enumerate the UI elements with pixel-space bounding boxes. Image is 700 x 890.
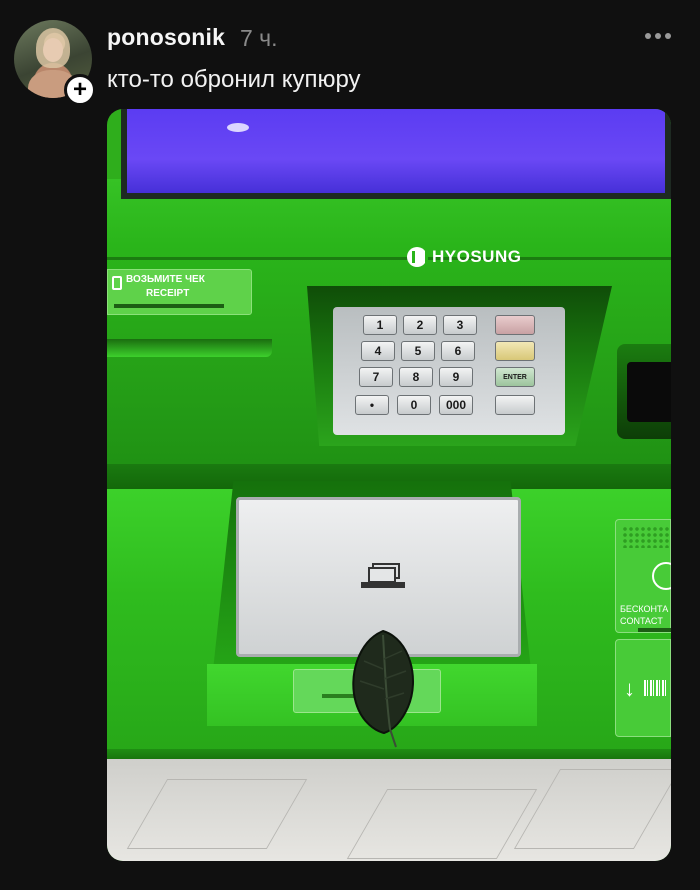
contactless-label-ru: БЕСКОНТА xyxy=(620,604,669,614)
more-dot-icon xyxy=(665,33,671,39)
receipt-label-ru: ВОЗЬМИТЕ ЧЕК xyxy=(126,274,205,285)
more-options-button[interactable] xyxy=(640,26,676,46)
floor-tile xyxy=(126,779,308,849)
receipt-slot: ВОЗЬМИТЕ ЧЕК RECEIPT xyxy=(107,269,252,315)
key-3: 3 xyxy=(443,315,477,335)
leaf-image xyxy=(352,629,414,748)
barcode-icon xyxy=(644,680,666,696)
more-dot-icon xyxy=(655,33,661,39)
pin-keypad: 1 2 3 4 5 6 7 8 9 ENTER • 0 000 xyxy=(333,307,565,435)
contactless-slit xyxy=(638,628,671,632)
brand-name: HYOSUNG xyxy=(432,247,522,266)
contactless-panel: БЕСКОНТА CONTACT xyxy=(615,519,671,633)
key-4: 4 xyxy=(361,341,395,361)
atm-screen xyxy=(121,109,671,199)
avatar-face xyxy=(43,38,63,62)
barcode-panel: ↓ xyxy=(615,639,671,737)
braille-dots xyxy=(622,526,670,548)
key-cancel xyxy=(495,315,535,335)
contactless-label-en: CONTACT xyxy=(620,616,663,626)
key-000: 000 xyxy=(439,395,473,415)
key-6: 6 xyxy=(441,341,475,361)
key-clear xyxy=(495,341,535,361)
receipt-icon xyxy=(112,276,122,290)
brand-mark-icon xyxy=(407,247,428,267)
post-text: кто-то обронил купюру xyxy=(107,66,361,93)
card-reader-opening xyxy=(627,362,671,422)
key-9: 9 xyxy=(439,367,473,387)
key-blank xyxy=(495,395,535,415)
floor-tile xyxy=(346,789,538,859)
follow-plus-icon[interactable]: + xyxy=(64,74,96,106)
receipt-slit xyxy=(114,304,224,308)
contactless-icon xyxy=(652,562,671,590)
screen-glare xyxy=(227,123,249,132)
key-8: 8 xyxy=(399,367,433,387)
cash-icon xyxy=(361,563,405,588)
post-photo[interactable]: HYOSUNG ВОЗЬМИТЕ ЧЕК RECEIPT 1 2 3 4 5 6… xyxy=(107,109,671,861)
more-dot-icon xyxy=(645,33,651,39)
key-enter: ENTER xyxy=(495,367,535,387)
key-5: 5 xyxy=(401,341,435,361)
key-7: 7 xyxy=(359,367,393,387)
card-slot xyxy=(107,339,272,357)
key-2: 2 xyxy=(403,315,437,335)
atm-shelf-line xyxy=(107,257,671,260)
receipt-label-en: RECEIPT xyxy=(146,288,190,299)
key-1: 1 xyxy=(363,315,397,335)
key-0: 0 xyxy=(397,395,431,415)
key-dot: • xyxy=(355,395,389,415)
username[interactable]: ponosonik xyxy=(107,24,225,51)
floor-tile xyxy=(513,769,671,849)
post-timestamp: 7 ч. xyxy=(240,25,278,51)
brand-logo: HYOSUNG xyxy=(407,247,521,267)
card-reader-side xyxy=(617,344,671,439)
floor xyxy=(107,759,671,861)
arrow-down-icon: ↓ xyxy=(624,676,635,701)
